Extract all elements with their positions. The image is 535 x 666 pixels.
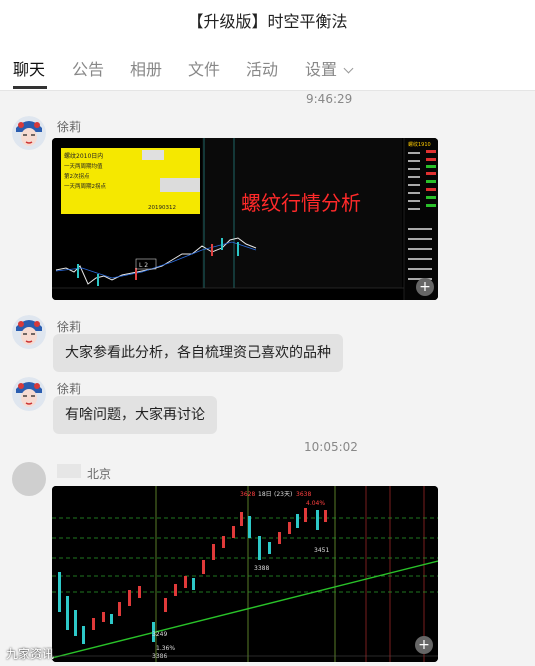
chart-label: 3386	[152, 653, 167, 660]
note-line: 第2次拐点	[64, 172, 90, 180]
sender-name: 徐莉	[57, 382, 82, 396]
sender-name: 徐莉	[57, 320, 82, 334]
chart-label: 3638	[296, 491, 311, 498]
chevron-down-icon	[343, 63, 354, 74]
quote-header: 螺纹1910	[408, 141, 431, 148]
tab-activities[interactable]: 活动	[246, 56, 278, 80]
kline-chart-screenshot: 3628 18日 (23天) 3638 4.04% 3388 3451 3249…	[52, 486, 438, 662]
avatar[interactable]	[12, 315, 46, 349]
chart-label: 18日	[258, 491, 272, 498]
sender-name: 徐莉	[57, 120, 82, 134]
active-tab-indicator	[13, 86, 47, 89]
futures-chart-screenshot: 螺纹2010日内 一天两周期均值 第2次拐点 一天两周期2拐点 20190312…	[52, 138, 438, 300]
timestamp: 9:46:29	[306, 92, 353, 106]
window-title: 【升级版】时空平衡法	[187, 12, 348, 31]
chart-label: 3628	[240, 491, 255, 498]
chart-label: (23天)	[274, 491, 292, 498]
chart-label: 3451	[314, 547, 329, 554]
message-bubble[interactable]: 有啥问题，大家再讨论	[53, 396, 217, 434]
tab-announcements[interactable]: 公告	[72, 56, 104, 80]
chart-tag: L 2	[139, 262, 148, 269]
tab-album[interactable]: 相册	[130, 56, 162, 80]
redacted-name	[57, 464, 81, 478]
avatar[interactable]	[12, 116, 46, 150]
expand-image-icon[interactable]: +	[415, 636, 433, 654]
avatar[interactable]	[12, 462, 46, 496]
tab-settings[interactable]: 设置	[305, 56, 354, 80]
chart-image-message[interactable]: 螺纹2010日内 一天两周期均值 第2次拐点 一天两周期2拐点 20190312…	[52, 138, 438, 300]
chart-label: 3249	[152, 631, 167, 638]
timestamp: 10:05:02	[304, 440, 358, 454]
message-bubble[interactable]: 大家参看此分析，各自梳理资己喜欢的品种	[53, 334, 343, 372]
chart-image-message[interactable]: 3628 18日 (23天) 3638 4.04% 3388 3451 3249…	[52, 486, 438, 662]
chart-label: 4.04%	[306, 500, 325, 507]
tab-settings-label: 设置	[305, 60, 338, 79]
note-line: 一天两周期2拐点	[64, 182, 106, 190]
tab-files[interactable]: 文件	[188, 56, 220, 80]
watermark: 九家资讯	[6, 647, 55, 661]
note-title: 螺纹2010日内	[64, 152, 103, 160]
note-date: 20190312	[148, 205, 176, 211]
chart-overlay-title: 螺纹行情分析	[241, 191, 361, 215]
chart-label: 3388	[254, 565, 269, 572]
avatar[interactable]	[12, 377, 46, 411]
sender-name: 北京	[87, 467, 112, 481]
tab-bar: 聊天 公告 相册 文件 活动 设置	[0, 40, 535, 91]
expand-image-icon[interactable]: +	[416, 278, 434, 296]
chart-label: 1.36%	[156, 645, 175, 652]
note-line: 一天两周期均值	[64, 162, 103, 170]
tab-chat[interactable]: 聊天	[13, 56, 45, 80]
window-header: 【升级版】时空平衡法	[0, 0, 535, 40]
